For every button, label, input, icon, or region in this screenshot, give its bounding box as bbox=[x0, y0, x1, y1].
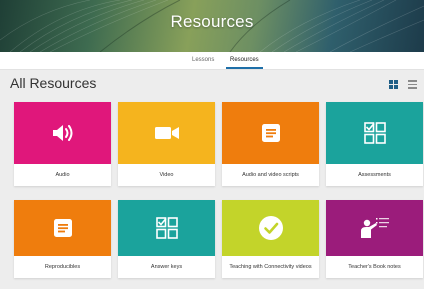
document-icon bbox=[53, 219, 72, 237]
card-tile bbox=[118, 200, 215, 256]
teacher-presenting-icon bbox=[360, 218, 389, 238]
speaker-icon bbox=[52, 125, 72, 141]
resource-card-audio-video-scripts[interactable]: Audio and video scripts bbox=[222, 102, 319, 186]
header-banner: Resources bbox=[0, 0, 424, 52]
tab-bar: Lessons Resources bbox=[0, 52, 424, 70]
card-tile bbox=[118, 102, 215, 164]
grid-view-icon[interactable] bbox=[389, 80, 398, 89]
resource-card-assessments[interactable]: Assessments bbox=[326, 102, 423, 186]
document-icon bbox=[261, 124, 280, 142]
video-camera-icon bbox=[154, 127, 179, 139]
resource-card-audio[interactable]: Audio bbox=[14, 102, 111, 186]
card-tile bbox=[326, 200, 423, 256]
list-view-icon[interactable] bbox=[408, 80, 417, 89]
checklist-icon bbox=[155, 217, 178, 239]
card-label: Answer keys bbox=[150, 264, 183, 270]
card-label: Teaching with Connectivity videos bbox=[229, 264, 312, 270]
tab-resources[interactable]: Resources bbox=[226, 57, 263, 69]
tab-lessons[interactable]: Lessons bbox=[192, 57, 214, 63]
resource-card-teachers-book-notes[interactable]: Teacher's Book notes bbox=[326, 200, 423, 278]
card-label: Audio and video scripts bbox=[242, 172, 299, 178]
card-label: Audio bbox=[55, 172, 70, 178]
resource-card-reproducibles[interactable]: Reproducibles bbox=[14, 200, 111, 278]
resource-card-answer-keys[interactable]: Answer keys bbox=[118, 200, 215, 278]
resource-card-connectivity-videos[interactable]: Teaching with Connectivity videos bbox=[222, 200, 319, 278]
card-tile bbox=[14, 200, 111, 256]
page-title: All Resources bbox=[10, 75, 97, 91]
card-tile bbox=[14, 102, 111, 164]
card-label: Reproducibles bbox=[44, 264, 81, 270]
card-tile bbox=[222, 200, 319, 256]
resources-page: Resources Lessons Resources All Resource… bbox=[0, 0, 424, 289]
card-label: Assessments bbox=[358, 172, 391, 178]
card-label: Video bbox=[159, 172, 174, 178]
checklist-icon bbox=[363, 122, 386, 144]
checkmark-circle-icon bbox=[258, 216, 283, 240]
card-label: Teacher's Book notes bbox=[348, 264, 401, 270]
banner-title: Resources bbox=[170, 12, 254, 31]
card-tile bbox=[222, 102, 319, 164]
card-tile bbox=[326, 102, 423, 164]
resource-card-video[interactable]: Video bbox=[118, 102, 215, 186]
